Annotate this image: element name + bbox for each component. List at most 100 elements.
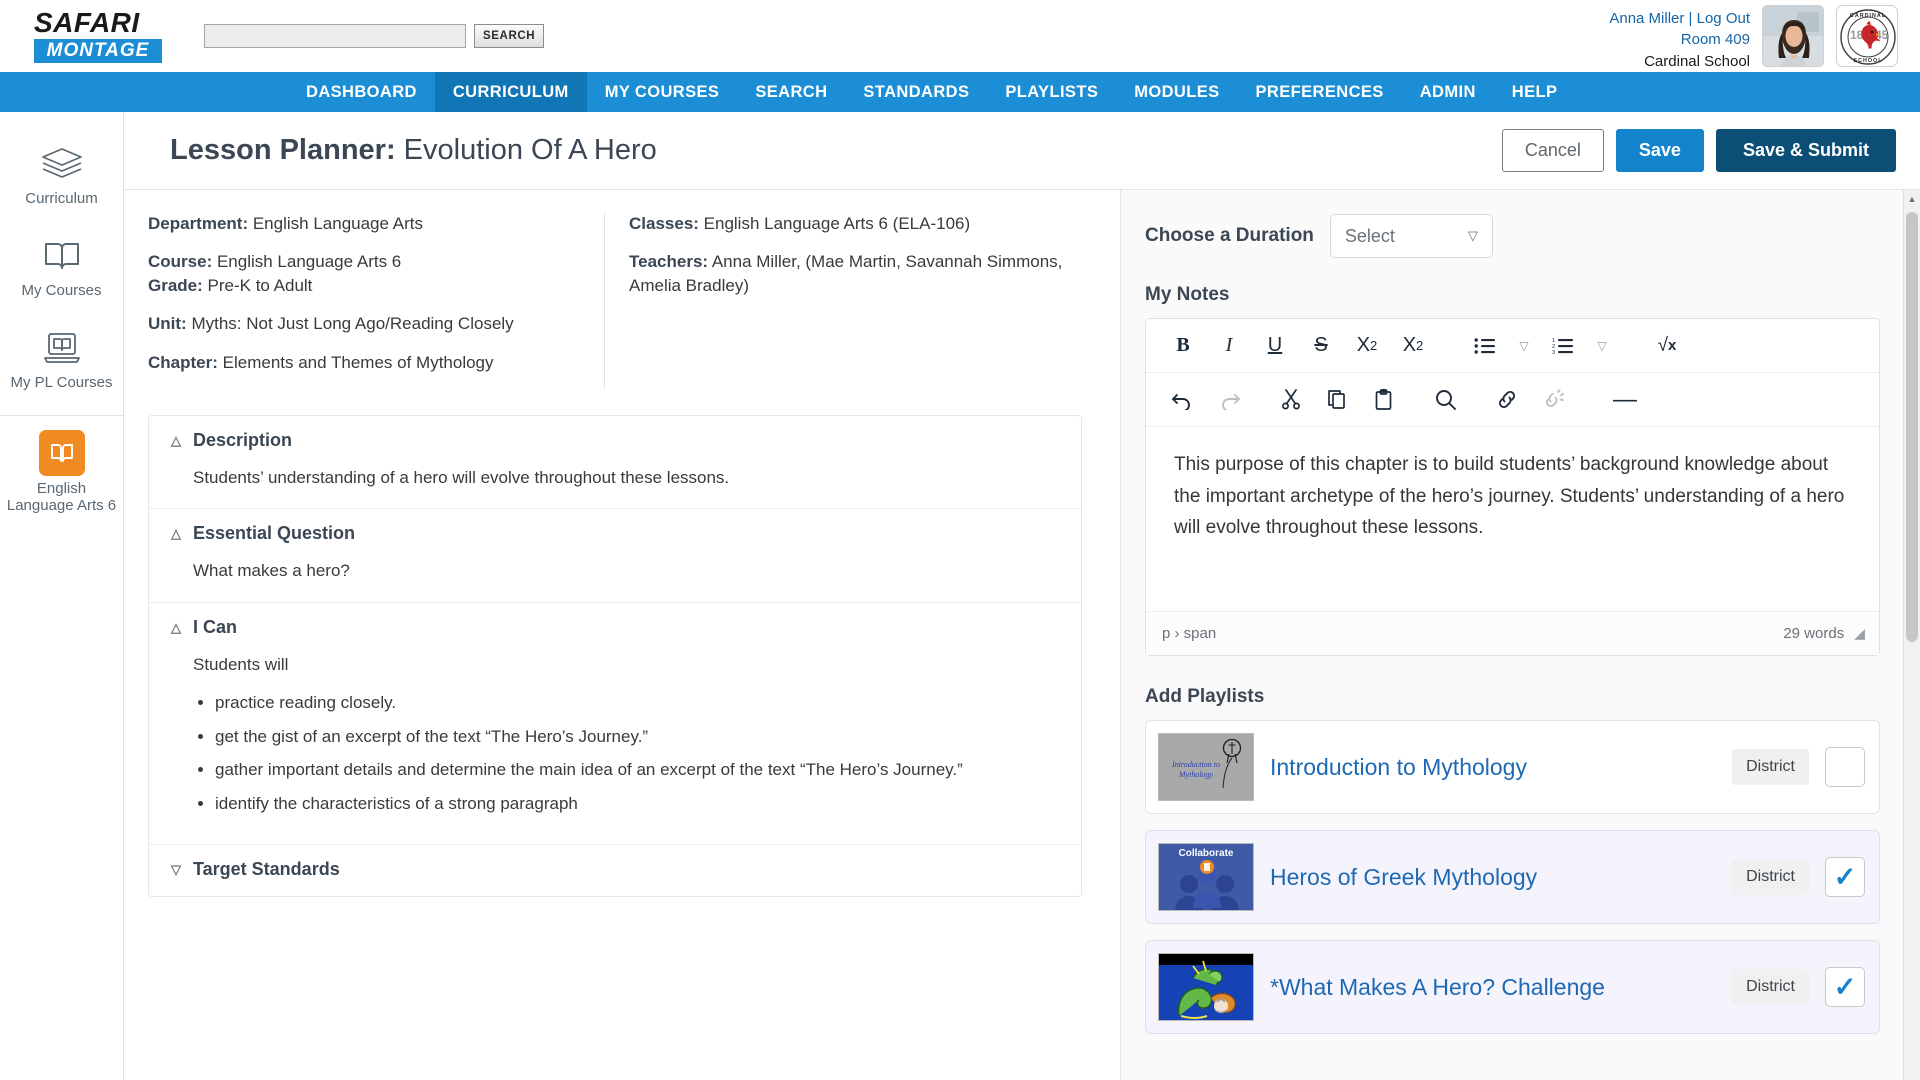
bold-icon[interactable]: B xyxy=(1162,326,1204,366)
chevron-down-icon: ▽ xyxy=(1467,228,1478,243)
cardinal-school-seal-icon: 18 45 CARDINAL SCHOOL xyxy=(1840,9,1896,65)
playlist-checkbox[interactable]: ✓ xyxy=(1825,967,1865,1007)
notes-text-area[interactable]: This purpose of this chapter is to build… xyxy=(1146,427,1879,611)
duration-select[interactable]: Select ▽ xyxy=(1329,214,1493,258)
user-name-link[interactable]: Anna Miller xyxy=(1609,10,1684,27)
unlink-icon[interactable] xyxy=(1532,380,1574,420)
school-badge[interactable]: 18 45 CARDINAL SCHOOL xyxy=(1836,5,1898,67)
list-item: get the gist of an excerpt of the text “… xyxy=(215,725,1059,750)
playlist-title[interactable]: Introduction to Mythology xyxy=(1270,754,1716,781)
nav-item-playlists[interactable]: PLAYLISTS xyxy=(987,72,1116,112)
editor-resize-handle-icon[interactable]: ◢ xyxy=(1854,625,1865,642)
avatar[interactable] xyxy=(1762,5,1824,67)
nav-item-my-courses[interactable]: MY COURSES xyxy=(587,72,738,112)
user-area: Anna Miller | Log Out Room 409 Cardinal … xyxy=(1609,5,1898,72)
page-actions: Cancel Save Save & Submit xyxy=(1501,129,1896,172)
math-equation-icon[interactable]: √ x xyxy=(1646,326,1688,366)
accordion-title-description: Description xyxy=(193,429,293,450)
bulleted-list-icon[interactable] xyxy=(1464,326,1506,366)
meta-department-value: English Language Arts xyxy=(248,214,423,233)
main-navigation: DASHBOARD CURRICULUM MY COURSES SEARCH S… xyxy=(0,72,1920,112)
nav-item-admin[interactable]: ADMIN xyxy=(1402,72,1494,112)
undo-icon[interactable] xyxy=(1162,380,1204,420)
list-item: practice reading closely. xyxy=(215,691,1059,716)
nav-item-modules[interactable]: MODULES xyxy=(1116,72,1237,112)
table-row[interactable]: *What Makes A Hero? Challenge District ✓ xyxy=(1145,940,1880,1034)
cut-icon[interactable] xyxy=(1270,380,1312,420)
scrollbar-thumb[interactable] xyxy=(1906,212,1918,642)
accordion-header-description[interactable]: △ Description xyxy=(171,430,1059,451)
logo-montage-text: MONTAGE xyxy=(34,39,162,63)
save-and-submit-button[interactable]: Save & Submit xyxy=(1715,129,1896,172)
accordion-header-target-standards[interactable]: ▽ Target Standards xyxy=(171,859,1059,880)
my-notes-label: My Notes xyxy=(1145,284,1230,305)
i-can-intro: Students will xyxy=(193,654,289,674)
subscript-icon[interactable]: X2 xyxy=(1346,326,1388,366)
lesson-meta: Department: English Language Arts Course… xyxy=(148,212,1094,399)
playlist-checkbox[interactable] xyxy=(1825,747,1865,787)
search-button[interactable]: SEARCH xyxy=(474,24,545,48)
superscript-icon[interactable]: X2 xyxy=(1392,326,1434,366)
checkmark-icon: ✓ xyxy=(1833,861,1857,892)
lesson-planner-side-panel: Choose a Duration Select ▽ My Notes B I … xyxy=(1120,190,1920,1080)
meta-classes-label: Classes: xyxy=(629,214,699,233)
table-row[interactable]: Introduction to Mythology Introduction t… xyxy=(1145,720,1880,814)
meta-grade: Grade: Pre-K to Adult xyxy=(148,274,588,298)
left-sidebar: Curriculum My Courses My PL Courses Engl… xyxy=(0,112,124,1080)
nav-item-standards[interactable]: STANDARDS xyxy=(845,72,987,112)
nav-item-search[interactable]: SEARCH xyxy=(737,72,845,112)
top-bar: SAFARI MONTAGE SEARCH Anna Miller | Log … xyxy=(0,0,1920,72)
add-playlists-label: Add Playlists xyxy=(1145,686,1265,707)
accordion-header-essential-question[interactable]: △ Essential Question xyxy=(171,523,1059,544)
lesson-meta-right: Classes: English Language Arts 6 (ELA-10… xyxy=(604,212,1094,389)
underline-icon[interactable]: U xyxy=(1254,326,1296,366)
meta-chapter-label: Chapter: xyxy=(148,352,218,372)
svg-text:SCHOOL: SCHOOL xyxy=(1853,58,1882,64)
meta-classes-value: English Language Arts 6 (ELA-106) xyxy=(698,214,971,233)
link-icon[interactable] xyxy=(1486,380,1528,420)
page-title-name: Evolution Of A Hero xyxy=(395,134,657,166)
nav-item-help[interactable]: HELP xyxy=(1494,72,1576,112)
find-icon[interactable] xyxy=(1424,380,1466,420)
duration-row: Choose a Duration Select ▽ xyxy=(1145,214,1886,258)
nav-item-curriculum[interactable]: CURRICULUM xyxy=(434,72,587,112)
editor-element-path[interactable]: p › span xyxy=(1162,625,1216,642)
horizontal-rule-icon[interactable]: — xyxy=(1604,380,1646,420)
table-row[interactable]: Collaborate Heros of Greek Mythology Dis… xyxy=(1145,830,1880,924)
meta-department: Department: English Language Arts xyxy=(148,212,588,236)
sidebar-item-my-courses[interactable]: My Courses xyxy=(0,224,123,316)
search-input[interactable] xyxy=(204,24,466,48)
copy-icon[interactable] xyxy=(1316,380,1358,420)
bulleted-list-chevron-down-icon[interactable]: ▽ xyxy=(1510,326,1538,366)
numbered-list-icon[interactable]: 123 xyxy=(1542,326,1584,366)
user-info: Anna Miller | Log Out Room 409 Cardinal … xyxy=(1609,5,1750,72)
meta-course-value: English Language Arts 6 xyxy=(212,252,402,272)
cancel-button[interactable]: Cancel xyxy=(1501,129,1604,172)
numbered-list-chevron-down-icon[interactable]: ▽ xyxy=(1588,326,1616,366)
playlist-title[interactable]: Heros of Greek Mythology xyxy=(1270,864,1716,891)
save-button[interactable]: Save xyxy=(1615,129,1704,172)
lesson-details-pane: Department: English Language Arts Course… xyxy=(124,190,1120,1080)
logout-link[interactable]: Log Out xyxy=(1697,10,1750,27)
sidebar-item-my-pl-courses[interactable]: My PL Courses xyxy=(0,316,123,408)
nav-item-preferences[interactable]: PREFERENCES xyxy=(1238,72,1402,112)
nav-item-dashboard[interactable]: DASHBOARD xyxy=(288,72,435,112)
laptop-book-icon xyxy=(4,326,119,370)
logo-safari-text: SAFARI xyxy=(34,7,140,39)
books-icon xyxy=(4,142,119,186)
paste-icon[interactable] xyxy=(1362,380,1404,420)
italic-icon[interactable]: I xyxy=(1208,326,1250,366)
playlist-title[interactable]: *What Makes A Hero? Challenge xyxy=(1270,974,1716,1001)
accordion-header-i-can[interactable]: △ I Can xyxy=(171,617,1059,638)
strikethrough-icon[interactable]: S xyxy=(1300,326,1342,366)
sidebar-item-curriculum[interactable]: Curriculum xyxy=(0,132,123,224)
redo-icon[interactable] xyxy=(1208,380,1250,420)
notes-editor: B I U S X2 X2 ▽ 123 ▽ √ x — This purpose… xyxy=(1145,318,1880,656)
scrollbar-up-arrow-icon[interactable]: ▲ xyxy=(1904,190,1920,207)
panel-scrollbar[interactable]: ▲ xyxy=(1903,190,1920,1080)
playlist-checkbox[interactable]: ✓ xyxy=(1825,857,1865,897)
avatar-photo xyxy=(1763,6,1823,66)
i-can-list: practice reading closely. get the gist o… xyxy=(193,691,1059,817)
safari-montage-logo[interactable]: SAFARI MONTAGE xyxy=(34,9,162,63)
sidebar-item-current-course[interactable]: English Language Arts 6 xyxy=(0,420,123,531)
